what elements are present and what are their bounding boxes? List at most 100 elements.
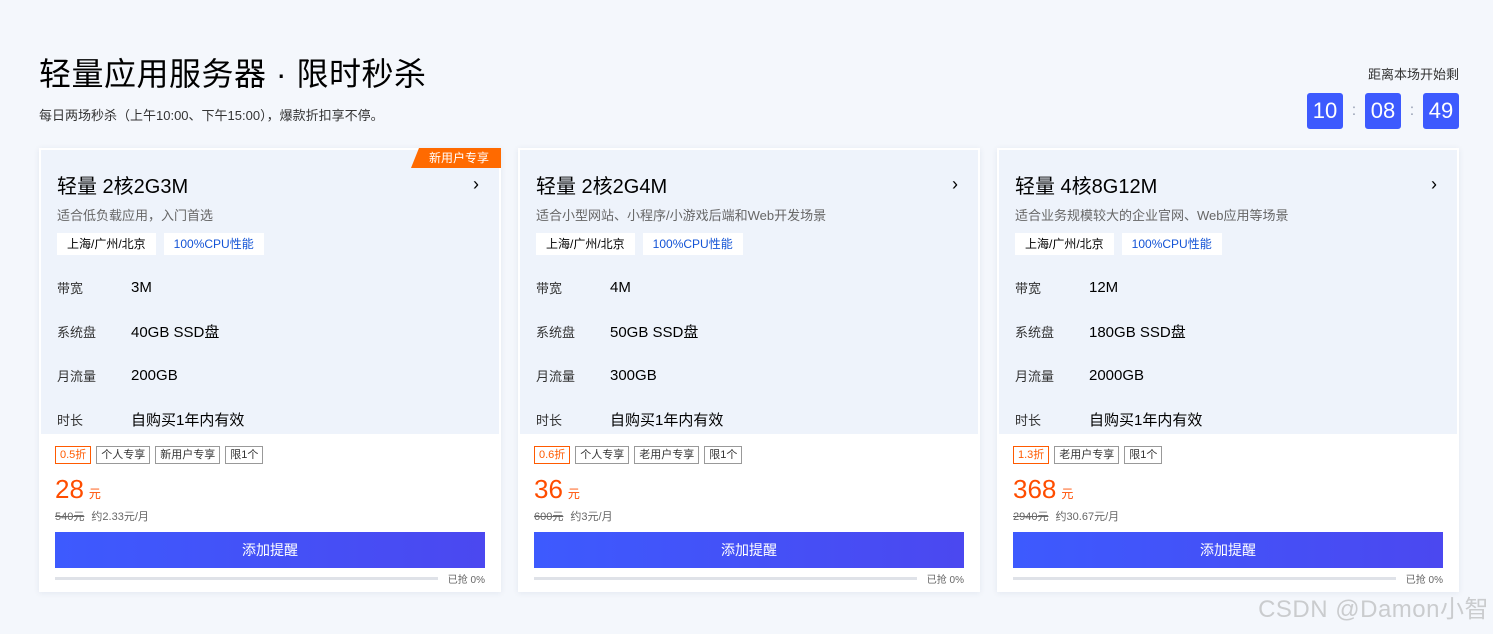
product-cards: 新用户专享 轻量 2核2G3M › 适合低负载应用，入门首选 上海/广州/北京 1… — [39, 148, 1459, 592]
region-tag: 上海/广州/北京 — [1015, 233, 1114, 255]
original-price: 600元 — [534, 511, 564, 523]
monthly-price: 约2.33元/月 — [91, 511, 149, 523]
watermark: CSDN @Damon小智 — [1258, 596, 1489, 623]
spec-label: 时长 — [57, 412, 84, 428]
card-spec-panel: 轻量 4核8G12M › 适合业务规模较大的企业官网、Web应用等场景 上海/广… — [997, 148, 1459, 436]
offer-badges: 1.3折 老用户专享 限1个 — [1013, 446, 1443, 464]
countdown-hours: 10 — [1307, 93, 1343, 129]
offer-badge: 限1个 — [225, 446, 264, 464]
product-card[interactable]: 轻量 4核8G12M › 适合业务规模较大的企业官网、Web应用等场景 上海/广… — [997, 148, 1459, 592]
sold-progress: 已抢 0% — [55, 571, 485, 586]
spec-row: 带宽 12M — [1015, 265, 1441, 309]
add-reminder-button[interactable]: 添加提醒 — [55, 532, 485, 568]
card-spec-panel: 轻量 2核2G3M › 适合低负载应用，入门首选 上海/广州/北京 100%CPU… — [39, 148, 501, 436]
price-unit: 元 — [1061, 487, 1074, 501]
spec-value: 自购买1年内有效 — [131, 411, 245, 429]
spec-label: 带宽 — [1015, 280, 1042, 296]
card-tags: 上海/广州/北京 100%CPU性能 — [57, 233, 483, 255]
spec-row: 系统盘 180GB SSD盘 — [1015, 309, 1441, 353]
spec-label: 带宽 — [57, 280, 84, 296]
spec-value: 2000GB — [1089, 366, 1145, 384]
offer-badge: 个人专享 — [575, 446, 630, 464]
spec-label: 系统盘 — [536, 324, 576, 340]
spec-label: 系统盘 — [57, 324, 97, 340]
original-price: 540元 — [55, 511, 85, 523]
spec-value: 300GB — [610, 366, 657, 384]
card-tags: 上海/广州/北京 100%CPU性能 — [536, 233, 962, 255]
offer-badge: 老用户专享 — [1054, 446, 1120, 464]
progress-track — [534, 577, 917, 580]
spec-row: 时长 自购买1年内有效 — [536, 397, 962, 441]
card-title-row[interactable]: 轻量 2核2G4M › — [536, 170, 962, 199]
spec-label: 带宽 — [536, 280, 563, 296]
spec-row: 时长 自购买1年内有效 — [57, 397, 483, 441]
spec-row: 系统盘 50GB SSD盘 — [536, 309, 962, 353]
chevron-right-icon[interactable]: › — [952, 174, 958, 195]
spec-label: 月流量 — [536, 368, 576, 384]
countdown: 距离本场开始剩 10 : 08 : 49 — [1307, 64, 1459, 129]
price-row: 28 元 — [55, 474, 485, 505]
spec-value: 4M — [610, 278, 631, 296]
chevron-right-icon[interactable]: › — [473, 174, 479, 195]
spec-row: 月流量 200GB — [57, 353, 483, 397]
card-description: 适合业务规模较大的企业官网、Web应用等场景 — [1015, 208, 1289, 223]
spec-row: 月流量 300GB — [536, 353, 962, 397]
spec-row: 时长 自购买1年内有效 — [1015, 397, 1441, 441]
offer-badge: 新用户专享 — [155, 446, 221, 464]
spec-value: 200GB — [131, 366, 178, 384]
price-unit: 元 — [88, 487, 101, 501]
spec-value: 180GB SSD盘 — [1089, 323, 1186, 341]
spec-label: 月流量 — [57, 368, 97, 384]
card-title: 轻量 4核8G12M — [1015, 176, 1158, 198]
offer-badge: 个人专享 — [96, 446, 151, 464]
spec-list: 带宽 12M 系统盘 180GB SSD盘 月流量 2000GB 时长 自购买1… — [1015, 265, 1441, 441]
page-title: 轻量应用服务器 · 限时秒杀 — [39, 56, 427, 92]
card-price-panel: 0.6折 个人专享 老用户专享 限1个 36 元 600元 约3元/月 添加提醒 已抢… — [518, 436, 980, 586]
spec-row: 带宽 4M — [536, 265, 962, 309]
monthly-price: 约30.67元/月 — [1055, 511, 1120, 523]
card-title-row[interactable]: 轻量 4核8G12M › — [1015, 170, 1441, 199]
spec-list: 带宽 3M 系统盘 40GB SSD盘 月流量 200GB 时长 自购买1年内有… — [57, 265, 483, 441]
price-row: 368 元 — [1013, 474, 1443, 505]
product-card[interactable]: 轻量 2核2G4M › 适合小型网站、小程序/小游戏后端和Web开发场景 上海/… — [518, 148, 980, 592]
sold-percent-text: 已抢 0% — [1405, 575, 1443, 586]
spec-row: 月流量 2000GB — [1015, 353, 1441, 397]
card-price-panel: 1.3折 老用户专享 限1个 368 元 2940元 约30.67元/月 添加提醒 … — [997, 436, 1459, 586]
spec-row: 系统盘 40GB SSD盘 — [57, 309, 483, 353]
progress-track — [1013, 577, 1396, 580]
sold-percent-text: 已抢 0% — [926, 575, 964, 586]
original-price-row: 2940元 约30.67元/月 — [1013, 508, 1443, 524]
spec-label: 系统盘 — [1015, 324, 1055, 340]
card-title: 轻量 2核2G4M — [536, 176, 668, 198]
page-subtitle: 每日两场秒杀（上午10:00、下午15:00），爆款折扣享不停。 — [39, 108, 384, 123]
card-title-row[interactable]: 轻量 2核2G3M › — [57, 170, 483, 199]
spec-label: 时长 — [1015, 412, 1042, 428]
sold-percent-text: 已抢 0% — [447, 575, 485, 586]
sold-progress: 已抢 0% — [1013, 571, 1443, 586]
progress-track — [55, 577, 438, 580]
original-price-row: 540元 约2.33元/月 — [55, 508, 485, 524]
spec-label: 时长 — [536, 412, 563, 428]
original-price-row: 600元 约3元/月 — [534, 508, 964, 524]
offer-badge: 限1个 — [704, 446, 743, 464]
add-reminder-button[interactable]: 添加提醒 — [1013, 532, 1443, 568]
countdown-label: 距离本场开始剩 — [1367, 67, 1459, 82]
sold-progress: 已抢 0% — [534, 571, 964, 586]
price-row: 36 元 — [534, 474, 964, 505]
spec-value: 3M — [131, 278, 152, 296]
region-tag: 上海/广州/北京 — [536, 233, 635, 255]
spec-label: 月流量 — [1015, 368, 1055, 384]
sale-price: 28 — [55, 474, 84, 504]
add-reminder-button[interactable]: 添加提醒 — [534, 532, 964, 568]
cpu-tag: 100%CPU性能 — [163, 233, 264, 255]
discount-badge: 1.3折 — [1013, 446, 1050, 464]
card-tags: 上海/广州/北京 100%CPU性能 — [1015, 233, 1441, 255]
chevron-right-icon[interactable]: › — [1431, 174, 1437, 195]
spec-value: 40GB SSD盘 — [131, 323, 220, 341]
card-description: 适合低负载应用，入门首选 — [57, 208, 214, 223]
countdown-separator: : — [1351, 102, 1357, 119]
discount-badge: 0.6折 — [534, 446, 571, 464]
spec-row: 带宽 3M — [57, 265, 483, 309]
product-card[interactable]: 新用户专享 轻量 2核2G3M › 适合低负载应用，入门首选 上海/广州/北京 1… — [39, 148, 501, 592]
original-price: 2940元 — [1013, 511, 1049, 523]
